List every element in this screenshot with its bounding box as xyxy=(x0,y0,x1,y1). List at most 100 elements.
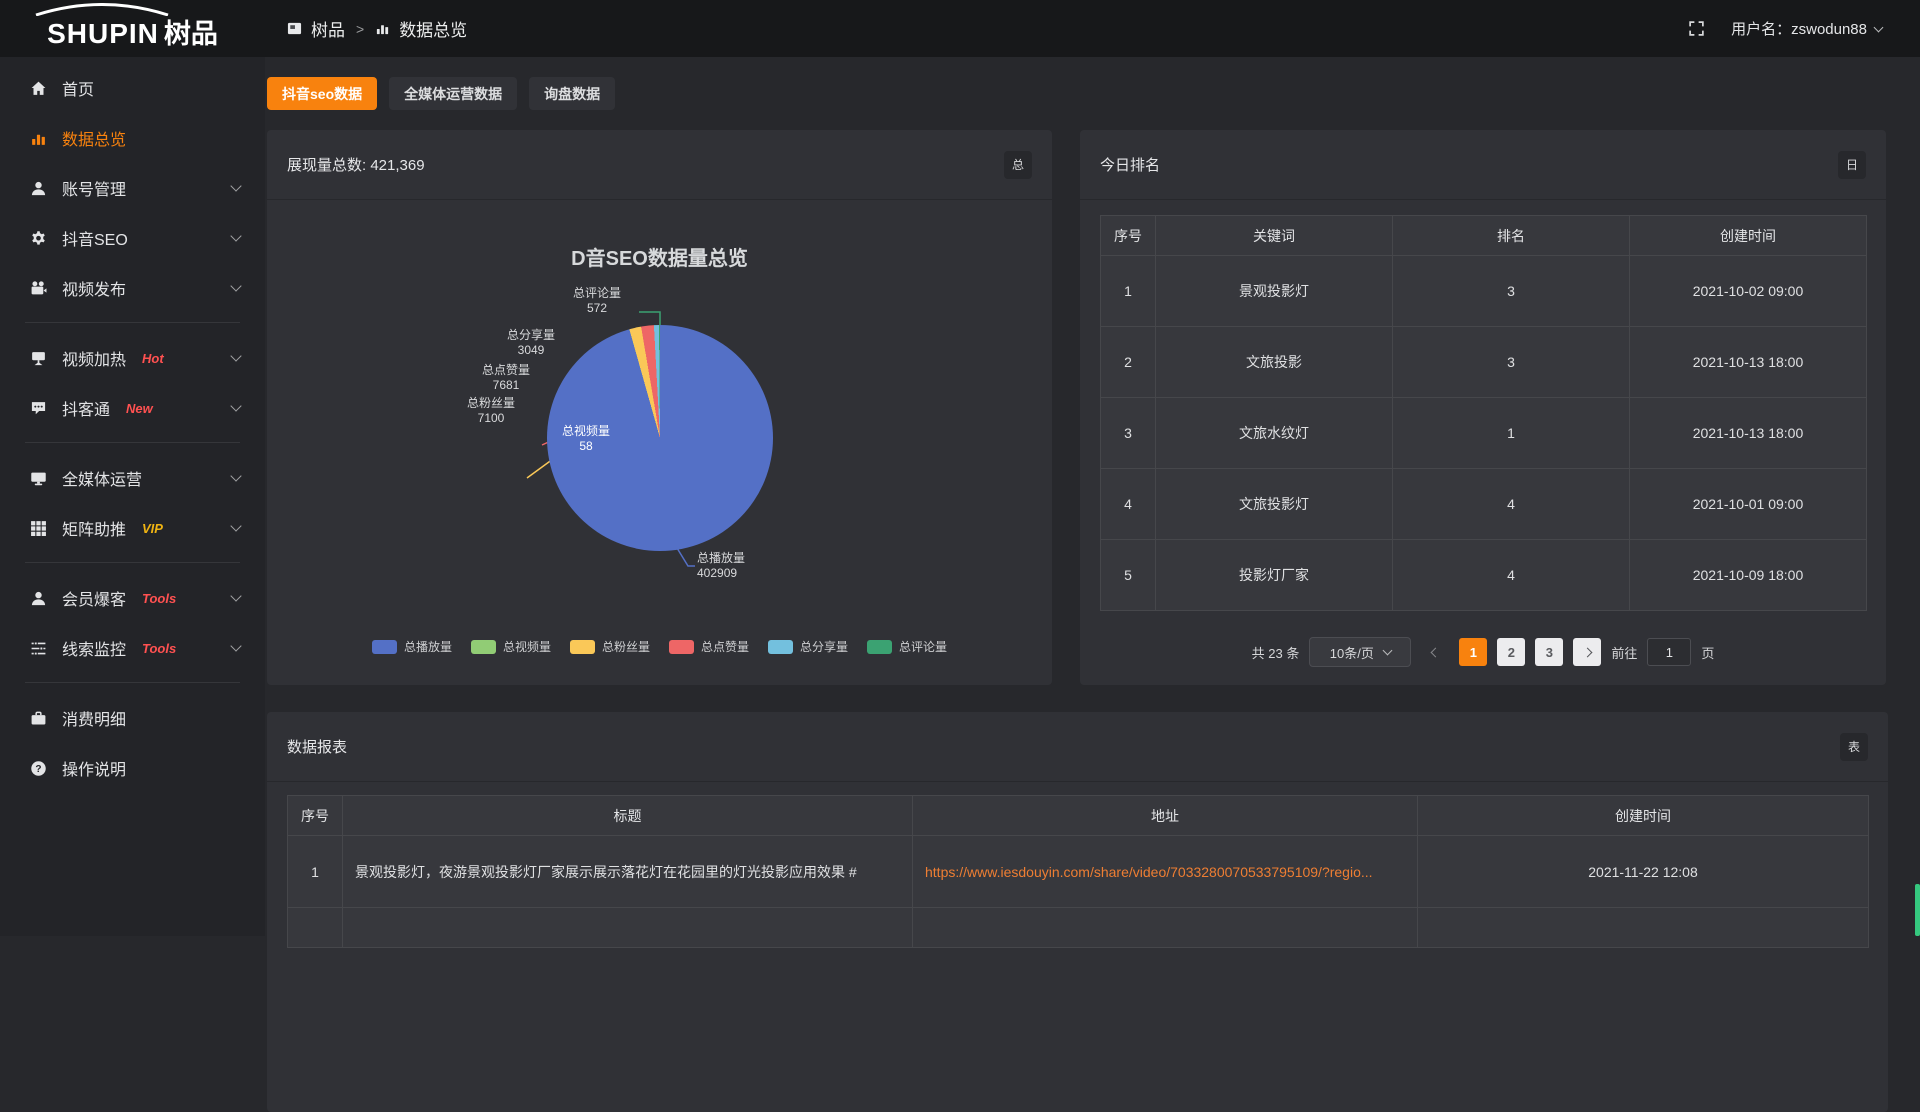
table-row: 4 文旅投影灯 4 2021-10-01 09:00 xyxy=(1101,469,1867,540)
ranking-panel: 今日排名 日 序号 关键词 排名 创建时间 1 景观投影灯 3 2021-10-… xyxy=(1080,130,1886,685)
tab-douyin-seo-data[interactable]: 抖音seo数据 xyxy=(267,77,377,110)
table-header-row: 序号 标题 地址 创建时间 xyxy=(288,796,1869,836)
hot-badge: Hot xyxy=(142,351,164,366)
col-url: 地址 xyxy=(913,796,1418,836)
page-button-2[interactable]: 2 xyxy=(1497,638,1525,666)
sidebar-item-label: 矩阵助推 xyxy=(62,516,126,540)
fullscreen-icon[interactable] xyxy=(1688,20,1705,37)
table-row xyxy=(288,908,1869,948)
breadcrumb-root[interactable]: 树品 xyxy=(311,16,345,41)
video-title-cell: 景观投影灯，夜游景观投影灯厂家展示展示落花灯在花园里的灯光投影应用效果 # xyxy=(343,836,913,908)
col-created: 创建时间 xyxy=(1630,216,1867,256)
new-badge: New xyxy=(126,401,153,416)
table-row: 1 景观投影灯，夜游景观投影灯厂家展示展示落花灯在花园里的灯光投影应用效果 # … xyxy=(288,836,1869,908)
bar-chart-icon xyxy=(375,21,390,36)
chevron-down-icon xyxy=(1382,646,1392,656)
legend-item-likes[interactable]: 总点赞量 xyxy=(669,638,749,655)
impressions-total: 展现量总数: 421,369 xyxy=(287,154,425,175)
col-index: 序号 xyxy=(288,796,343,836)
col-keyword: 关键词 xyxy=(1156,216,1393,256)
legend-swatch xyxy=(471,640,496,654)
sidebar-divider xyxy=(25,562,240,563)
legend-item-plays[interactable]: 总播放量 xyxy=(372,638,452,655)
sidebar-item-member[interactable]: 会员爆客 Tools xyxy=(0,573,265,623)
pagination: 共 23 条 10条/页 1 2 3 前往 页 xyxy=(1080,637,1886,667)
sidebar-item-video-publish[interactable]: 视频发布 xyxy=(0,263,265,313)
sidebar-item-matrix-boost[interactable]: 矩阵助推 VIP xyxy=(0,503,265,553)
screen-icon xyxy=(30,350,47,367)
callout-plays: 总播放量402909 xyxy=(697,551,782,581)
logo-arc xyxy=(32,3,172,16)
legend-item-videos[interactable]: 总视频量 xyxy=(471,638,551,655)
total-view-button[interactable]: 总 xyxy=(1004,151,1032,179)
sidebar-item-label: 抖音SEO xyxy=(62,226,128,250)
tab-inquiry-data[interactable]: 询盘数据 xyxy=(529,77,615,110)
table-view-button[interactable]: 表 xyxy=(1840,733,1868,761)
user-menu[interactable]: 用户名：zswodun88 xyxy=(1731,18,1882,39)
daily-view-button[interactable]: 日 xyxy=(1838,151,1866,179)
sliders-icon xyxy=(30,640,47,657)
next-page-button[interactable] xyxy=(1573,638,1601,666)
page-size-select[interactable]: 10条/页 xyxy=(1309,637,1411,667)
legend-item-fans[interactable]: 总粉丝量 xyxy=(570,638,650,655)
callout-likes: 总点赞量7681 xyxy=(470,363,542,393)
ranking-panel-title: 今日排名 xyxy=(1100,154,1160,175)
sidebar-item-label: 视频加热 xyxy=(62,346,126,370)
sidebar-item-help[interactable]: ? 操作说明 xyxy=(0,743,265,793)
page-button-3[interactable]: 3 xyxy=(1535,638,1563,666)
chart-title: D音SEO数据量总览 xyxy=(267,242,1052,271)
gear-icon xyxy=(30,230,47,247)
sidebar-item-doukertong[interactable]: 抖客通 New xyxy=(0,383,265,433)
bar-chart-icon xyxy=(30,130,47,147)
chat-icon xyxy=(30,400,47,417)
logo-text-en: SHUPIN xyxy=(47,18,159,50)
chevron-down-icon xyxy=(230,280,241,291)
logo-text-cn: 树品 xyxy=(164,12,218,51)
sidebar-item-label: 抖客通 xyxy=(62,396,110,420)
tab-media-ops-data[interactable]: 全媒体运营数据 xyxy=(389,77,517,110)
created-time-cell: 2021-11-22 12:08 xyxy=(1418,836,1869,908)
sidebar-item-label: 数据总览 xyxy=(62,126,126,150)
sidebar-item-media-ops[interactable]: 全媒体运营 xyxy=(0,453,265,503)
callout-fans: 总粉丝量7100 xyxy=(455,396,527,426)
sidebar-item-label: 视频发布 xyxy=(62,276,126,300)
goto-page-input[interactable] xyxy=(1647,638,1691,666)
sidebar-item-label: 账号管理 xyxy=(62,176,126,200)
pagination-total: 共 23 条 xyxy=(1252,643,1300,662)
ranking-table: 序号 关键词 排名 创建时间 1 景观投影灯 3 2021-10-02 09:0… xyxy=(1100,215,1867,611)
sidebar-item-expense[interactable]: 消费明细 xyxy=(0,693,265,743)
page-button-1[interactable]: 1 xyxy=(1459,638,1487,666)
chevron-right-icon xyxy=(1582,647,1592,657)
tools-badge: Tools xyxy=(142,641,176,656)
top-header: SHUPIN 树品 树品 > 数据总览 用户名：zswodun88 xyxy=(0,0,1920,57)
sidebar-item-video-heat[interactable]: 视频加热 Hot xyxy=(0,333,265,383)
sidebar-item-account[interactable]: 账号管理 xyxy=(0,163,265,213)
chart-legend: 总播放量 总视频量 总粉丝量 总点赞量 总分享量 xyxy=(267,638,1052,655)
dashboard-icon xyxy=(287,21,302,36)
chevron-down-icon xyxy=(230,350,241,361)
legend-swatch xyxy=(867,640,892,654)
sidebar-item-douyin-seo[interactable]: 抖音SEO xyxy=(0,213,265,263)
video-link[interactable]: https://www.iesdouyin.com/share/video/70… xyxy=(925,864,1373,880)
data-tabs: 抖音seo数据 全媒体运营数据 询盘数据 xyxy=(267,77,615,110)
video-camera-icon xyxy=(30,280,47,297)
sidebar-item-data-overview[interactable]: 数据总览 xyxy=(0,113,265,163)
username-label: 用户名：zswodun88 xyxy=(1731,18,1867,39)
chevron-down-icon xyxy=(230,230,241,241)
callout-shares: 总分享量3049 xyxy=(495,328,567,358)
grid-icon xyxy=(30,520,47,537)
sidebar-item-home[interactable]: 首页 xyxy=(0,63,265,113)
legend-item-comments[interactable]: 总评论量 xyxy=(867,638,947,655)
prev-page-button[interactable] xyxy=(1421,638,1449,666)
table-row: 5 投影灯厂家 4 2021-10-09 18:00 xyxy=(1101,540,1867,611)
monitor-icon xyxy=(30,470,47,487)
legend-item-shares[interactable]: 总分享量 xyxy=(768,638,848,655)
chevron-down-icon xyxy=(230,400,241,411)
impressions-total-value: 421,369 xyxy=(370,157,424,174)
chevron-down-icon xyxy=(230,180,241,191)
scrollbar-thumb[interactable] xyxy=(1915,884,1920,936)
legend-swatch xyxy=(768,640,793,654)
briefcase-icon xyxy=(30,710,47,727)
sidebar-item-leads-monitor[interactable]: 线索监控 Tools xyxy=(0,623,265,673)
tools-badge: Tools xyxy=(142,591,176,606)
